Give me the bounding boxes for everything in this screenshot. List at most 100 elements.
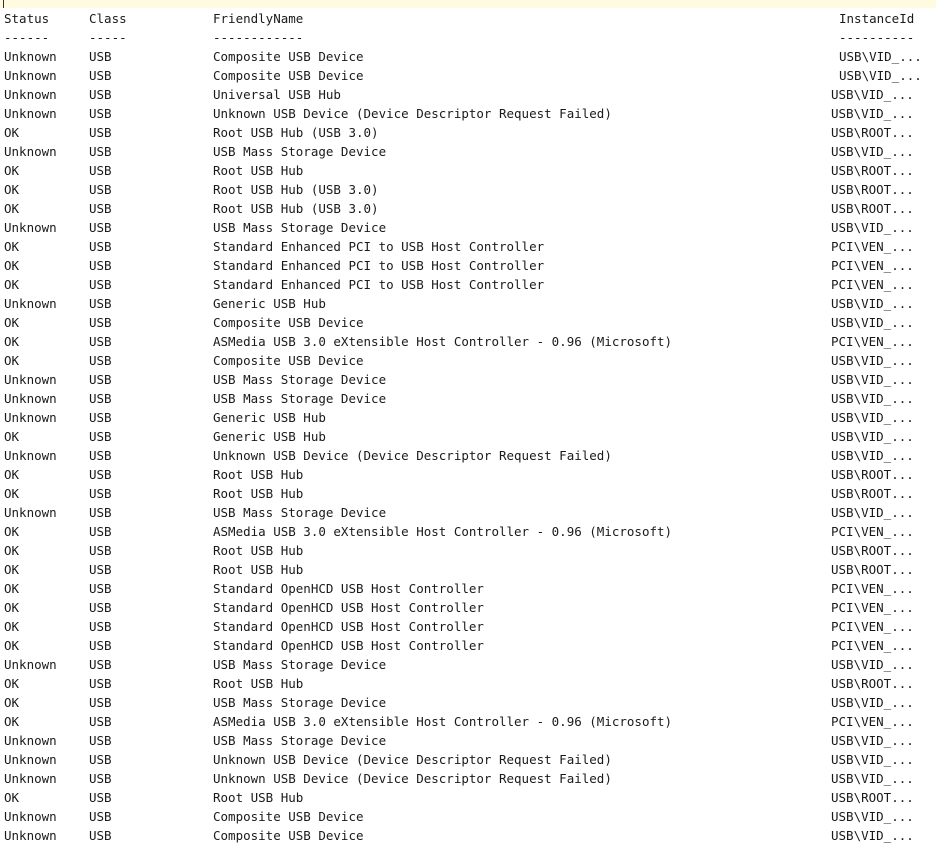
cell-friendly-name: USB Mass Storage Device xyxy=(213,733,387,748)
table-row: OK USB Root USB Hub (USB 3.0) USB\ROOT... xyxy=(4,199,936,218)
cell-friendly-name: Unknown USB Device (Device Descriptor Re… xyxy=(213,106,612,121)
separator-friendly-name: ------------ xyxy=(213,30,304,45)
cell-friendly-name: Standard OpenHCD USB Host Controller xyxy=(213,600,484,615)
cell-class: USB xyxy=(89,201,112,216)
cell-friendly-name: Root USB Hub xyxy=(213,790,304,805)
cell-instance-id: USB\VID_... xyxy=(831,315,914,330)
cell-instance-id: PCI\VEN_... xyxy=(831,524,914,539)
cell-friendly-name: Unknown USB Device (Device Descriptor Re… xyxy=(213,448,612,463)
cell-status: OK xyxy=(4,239,20,254)
cell-class: USB xyxy=(89,391,112,406)
table-row: Unknown USB USB Mass Storage Device USB\VID… xyxy=(4,731,936,750)
cell-class: USB xyxy=(89,277,112,292)
table-row: OK USB Standard Enhanced PCI to USB Host C… xyxy=(4,237,936,256)
table-row: OK USB Standard OpenHCD USB Host Controlle… xyxy=(4,636,936,655)
table-row: Unknown USB Composite USB Device USB\VID_..… xyxy=(4,807,936,826)
cell-class: USB xyxy=(89,182,112,197)
cell-status: Unknown xyxy=(4,410,57,425)
cell-friendly-name: Unknown USB Device (Device Descriptor Re… xyxy=(213,771,612,786)
cell-status: Unknown xyxy=(4,752,57,767)
console-output[interactable]: Status Class FriendlyName InstanceId ---… xyxy=(4,9,936,845)
cell-instance-id: USB\VID_... xyxy=(831,220,914,235)
table-row: OK USB Root USB Hub USB\ROOT... xyxy=(4,788,936,807)
cell-status: Unknown xyxy=(4,771,57,786)
cell-class: USB xyxy=(89,828,112,843)
cell-class: USB xyxy=(89,125,112,140)
cell-status: OK xyxy=(4,334,20,349)
cell-friendly-name: USB Mass Storage Device xyxy=(213,505,387,520)
table-row: OK USB Root USB Hub USB\ROOT... xyxy=(4,541,936,560)
header-class: Class xyxy=(89,11,127,26)
table-row: OK USB Composite USB Device USB\VID_... xyxy=(4,313,936,332)
cell-status: OK xyxy=(4,638,20,653)
cell-status: Unknown xyxy=(4,657,57,672)
table-row: Unknown USB Universal USB Hub USB\VID_... xyxy=(4,85,936,104)
cell-friendly-name: Generic USB Hub xyxy=(213,410,326,425)
header-friendly-name: FriendlyName xyxy=(213,11,304,26)
cell-instance-id: PCI\VEN_... xyxy=(831,638,914,653)
cell-instance-id: USB\VID_... xyxy=(831,448,914,463)
cell-friendly-name: ASMedia USB 3.0 eXtensible Host Controll… xyxy=(213,714,673,729)
table-row: OK USB Root USB Hub USB\ROOT... xyxy=(4,560,936,579)
table-row: OK USB Standard OpenHCD USB Host Controlle… xyxy=(4,617,936,636)
cell-status: OK xyxy=(4,429,20,444)
cell-friendly-name: Standard OpenHCD USB Host Controller xyxy=(213,638,484,653)
cell-class: USB xyxy=(89,220,112,235)
device-rows: Unknown USB Composite USB Device USB\VID_..… xyxy=(4,47,936,845)
cell-friendly-name: Standard Enhanced PCI to USB Host Contro… xyxy=(213,277,545,292)
cell-class: USB xyxy=(89,239,112,254)
cell-class: USB xyxy=(89,543,112,558)
cell-status: OK xyxy=(4,619,20,634)
cell-status: OK xyxy=(4,714,20,729)
table-row: Unknown USB USB Mass Storage Device USB\VID… xyxy=(4,655,936,674)
cell-friendly-name: Root USB Hub xyxy=(213,562,304,577)
console-top-strip xyxy=(0,0,936,8)
separator-row: ------ ----- ------------ ---------- xyxy=(4,28,936,47)
cell-friendly-name: Root USB Hub (USB 3.0) xyxy=(213,201,379,216)
cell-instance-id: USB\VID_... xyxy=(831,733,914,748)
header-instance-id: InstanceId xyxy=(839,11,915,26)
table-row: Unknown USB Generic USB Hub USB\VID_... xyxy=(4,294,936,313)
cell-status: Unknown xyxy=(4,49,57,64)
cell-status: Unknown xyxy=(4,505,57,520)
cell-class: USB xyxy=(89,372,112,387)
cell-class: USB xyxy=(89,334,112,349)
cell-instance-id: USB\VID_... xyxy=(839,49,922,64)
cell-friendly-name: Root USB Hub xyxy=(213,676,304,691)
table-row: Unknown USB Unknown USB Device (Device Des… xyxy=(4,769,936,788)
table-row: Unknown USB USB Mass Storage Device USB\VID… xyxy=(4,503,936,522)
cell-status: OK xyxy=(4,695,20,710)
table-row: OK USB ASMedia USB 3.0 eXtensible Host Con… xyxy=(4,712,936,731)
cell-status: OK xyxy=(4,790,20,805)
cell-class: USB xyxy=(89,581,112,596)
cell-status: Unknown xyxy=(4,391,57,406)
header-status: Status xyxy=(4,11,50,26)
cell-friendly-name: Root USB Hub xyxy=(213,467,304,482)
header-row: Status Class FriendlyName InstanceId xyxy=(4,9,936,28)
table-row: OK USB ASMedia USB 3.0 eXtensible Host Con… xyxy=(4,332,936,351)
cell-friendly-name: Root USB Hub xyxy=(213,543,304,558)
cell-status: Unknown xyxy=(4,106,57,121)
cell-instance-id: PCI\VEN_... xyxy=(831,714,914,729)
cell-status: OK xyxy=(4,163,20,178)
cell-status: OK xyxy=(4,258,20,273)
cell-class: USB xyxy=(89,353,112,368)
cell-class: USB xyxy=(89,296,112,311)
cell-status: Unknown xyxy=(4,828,57,843)
table-row: Unknown USB USB Mass Storage Device USB\VID… xyxy=(4,218,936,237)
cell-class: USB xyxy=(89,49,112,64)
cell-class: USB xyxy=(89,87,112,102)
table-row: OK USB Standard Enhanced PCI to USB Host C… xyxy=(4,256,936,275)
cell-instance-id: USB\ROOT... xyxy=(831,562,914,577)
cell-friendly-name: Composite USB Device xyxy=(213,828,364,843)
cell-friendly-name: Composite USB Device xyxy=(213,68,364,83)
table-row: OK USB Standard Enhanced PCI to USB Host C… xyxy=(4,275,936,294)
cell-friendly-name: USB Mass Storage Device xyxy=(213,695,387,710)
cell-status: OK xyxy=(4,562,20,577)
cell-status: OK xyxy=(4,353,20,368)
cell-friendly-name: Generic USB Hub xyxy=(213,296,326,311)
cell-status: OK xyxy=(4,543,20,558)
cell-instance-id: USB\VID_... xyxy=(831,828,914,843)
cell-friendly-name: Standard OpenHCD USB Host Controller xyxy=(213,619,484,634)
cell-class: USB xyxy=(89,505,112,520)
